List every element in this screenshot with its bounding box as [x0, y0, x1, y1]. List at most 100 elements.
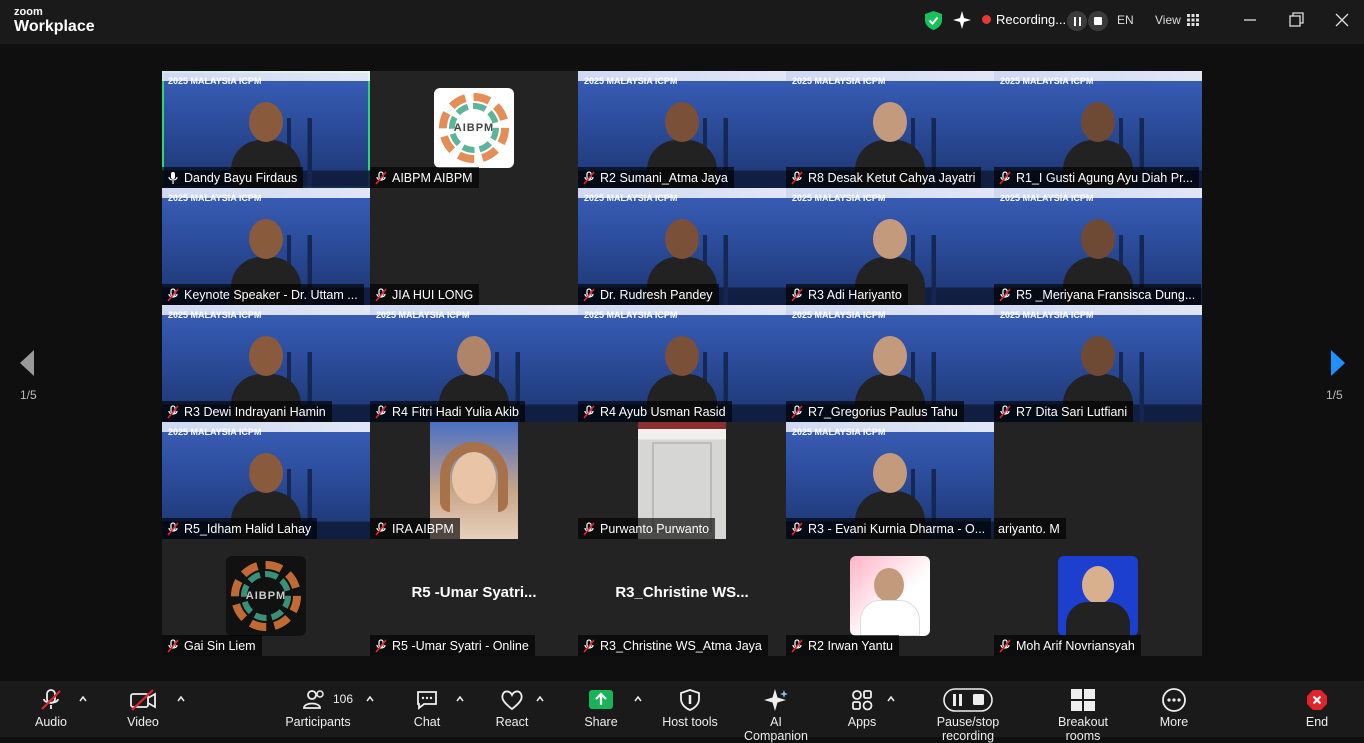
participant-photo	[850, 556, 930, 636]
host-tools-button[interactable]: Host tools	[662, 688, 718, 729]
participants-options-chevron-icon[interactable]	[365, 694, 375, 704]
participant-name-label: JIA HUI LONG	[370, 284, 480, 305]
virtual-background-banner: 2025 MALAYSIA ICPM	[584, 310, 678, 320]
security-shield-icon[interactable]	[925, 11, 942, 30]
share-button[interactable]: Share	[584, 688, 618, 729]
participant-photo	[1058, 556, 1138, 636]
pause-icon	[1073, 16, 1081, 26]
microphone-muted-icon	[375, 287, 387, 302]
participant-name-label: R2 Irwan Yantu	[786, 635, 900, 656]
stop-recording-button[interactable]	[1088, 11, 1108, 31]
ai-companion-button[interactable]: AI Companion	[737, 688, 815, 743]
microphone-muted-icon	[167, 638, 179, 653]
participant-tile[interactable]: 2025 MALAYSIA ICPM Dandy Bayu Firdaus	[162, 71, 370, 188]
virtual-background-banner: 2025 MALAYSIA ICPM	[584, 76, 678, 86]
participant-tile[interactable]: R5 -Umar Syatri... R5 -Umar Syatri - Onli…	[370, 539, 578, 656]
participant-tile[interactable]: Purwanto Purwanto	[578, 422, 786, 539]
participant-tile[interactable]: 2025 MALAYSIA ICPM R3 Adi Hariyanto	[786, 188, 994, 305]
zoom-logo: zoom Workplace	[14, 7, 95, 35]
microphone-muted-icon	[583, 521, 595, 536]
breakout-rooms-button[interactable]: Breakout rooms	[1040, 688, 1126, 743]
pause-stop-recording-label: Pause/stop recording	[936, 715, 1000, 743]
language-button[interactable]: EN	[1117, 13, 1134, 27]
aibpm-logo: AIBPM	[226, 556, 306, 636]
chat-button[interactable]: Chat	[412, 688, 442, 729]
apps-options-chevron-icon[interactable]	[886, 694, 896, 704]
pause-recording-button[interactable]	[1067, 11, 1087, 31]
chat-options-chevron-icon[interactable]	[455, 694, 465, 704]
participant-tile[interactable]: 2025 MALAYSIA ICPM R5 _Meriyana Fransisca…	[994, 188, 1202, 305]
end-meeting-icon	[1307, 690, 1327, 710]
participant-tile[interactable]: IRA AIBPM	[370, 422, 578, 539]
participant-name-label: R5 _Meriyana Fransisca Dung...	[994, 284, 1202, 305]
participant-tile[interactable]: 2025 MALAYSIA ICPM R7_Gregorius Paulus Ta…	[786, 305, 994, 422]
ai-sparkle-icon[interactable]	[953, 11, 971, 29]
participant-tile[interactable]: JIA HUI LONG	[370, 188, 578, 305]
more-label: More	[1159, 715, 1189, 729]
participant-tile[interactable]: 2025 MALAYSIA ICPM R1_I Gusti Agung Ayu D…	[994, 71, 1202, 188]
participant-tile[interactable]: 2025 MALAYSIA ICPM Keynote Speaker - Dr. …	[162, 188, 370, 305]
participant-tile[interactable]: Moh Arif Novriansyah	[994, 539, 1202, 656]
audio-options-chevron-icon[interactable]	[78, 694, 88, 704]
react-button[interactable]: React	[494, 688, 530, 729]
audio-button[interactable]: Audio	[33, 688, 69, 729]
recording-cloud-icon	[982, 15, 991, 24]
brand-bottom: Workplace	[14, 18, 95, 35]
recording-label: Recording...	[996, 12, 1067, 27]
virtual-background-banner: 2025 MALAYSIA ICPM	[168, 193, 262, 203]
virtual-background-banner: 2025 MALAYSIA ICPM	[376, 310, 470, 320]
participant-tile[interactable]: 2025 MALAYSIA ICPM R3 - Evani Kurnia Dhar…	[786, 422, 994, 539]
participant-tile[interactable]: R2 Irwan Yantu	[786, 539, 994, 656]
video-button[interactable]: Video	[125, 688, 161, 729]
video-options-chevron-icon[interactable]	[176, 694, 186, 704]
recording-indicator[interactable]: Recording...	[982, 12, 1066, 27]
participant-tile[interactable]: 2025 MALAYSIA ICPM R4 Fitri Hadi Yulia Ak…	[370, 305, 578, 422]
participant-name-placeholder: R3_Christine WS...	[615, 584, 749, 601]
restore-icon[interactable]	[1286, 10, 1306, 30]
share-label: Share	[584, 715, 618, 729]
next-page-arrow-icon[interactable]	[1328, 348, 1348, 378]
participant-name-label: Dr. Rudresh Pandey	[578, 284, 719, 305]
end-label: End	[1305, 715, 1329, 729]
apps-button[interactable]: Apps	[847, 688, 877, 729]
participant-tile[interactable]: 2025 MALAYSIA ICPM R5_Idham Halid Lahay	[162, 422, 370, 539]
page-indicator-right: 1/5	[1326, 388, 1343, 402]
ai-companion-label: AI Companion	[744, 715, 808, 743]
participant-tile[interactable]: 2025 MALAYSIA ICPM R4 Ayub Usman Rasid	[578, 305, 786, 422]
virtual-background-banner: 2025 MALAYSIA ICPM	[168, 427, 262, 437]
chat-icon	[417, 691, 437, 710]
participant-name-label: R7 Dita Sari Lutfiani	[994, 401, 1134, 422]
participant-tile[interactable]: 2025 MALAYSIA ICPM Dr. Rudresh Pandey	[578, 188, 786, 305]
more-button[interactable]: More	[1158, 688, 1190, 729]
microphone-muted-icon	[375, 170, 387, 185]
participant-tile[interactable]: 2025 MALAYSIA ICPM R8 Desak Ketut Cahya J…	[786, 71, 994, 188]
microphone-muted-icon	[583, 287, 595, 302]
microphone-muted-icon	[791, 170, 803, 185]
virtual-background-banner: 2025 MALAYSIA ICPM	[1000, 193, 1094, 203]
microphone-muted-icon	[167, 287, 179, 302]
participant-tile[interactable]: 2025 MALAYSIA ICPM R2 Sumani_Atma Jaya	[578, 71, 786, 188]
stop-icon	[1094, 17, 1102, 25]
view-button[interactable]: View	[1155, 13, 1199, 27]
page-indicator-left: 1/5	[20, 388, 37, 402]
meeting-toolbar: Audio Video Participants 106 Chat React …	[0, 681, 1364, 743]
participant-name-label: R3_Christine WS_Atma Jaya	[578, 635, 768, 656]
share-options-chevron-icon[interactable]	[633, 694, 643, 704]
participant-tile[interactable]: ariyanto. M	[994, 422, 1202, 539]
pause-stop-recording-button[interactable]: Pause/stop recording	[910, 688, 1026, 743]
participant-tile[interactable]: 2025 MALAYSIA ICPM R7 Dita Sari Lutfiani	[994, 305, 1202, 422]
participant-tile[interactable]: AIBPM AIBPM AIBPM	[370, 71, 578, 188]
participant-name-placeholder: R5 -Umar Syatri...	[411, 584, 537, 601]
close-icon[interactable]	[1332, 10, 1352, 30]
minimize-icon[interactable]	[1240, 10, 1260, 30]
participant-tile[interactable]: R3_Christine WS... R3_Christine WS_Atma J…	[578, 539, 786, 656]
previous-page-arrow-icon[interactable]	[17, 348, 37, 378]
react-options-chevron-icon[interactable]	[535, 694, 545, 704]
participant-name-label: R3 Adi Hariyanto	[786, 284, 908, 305]
participant-name-label: R8 Desak Ketut Cahya Jayatri	[786, 167, 982, 188]
end-meeting-button[interactable]: End	[1302, 688, 1332, 729]
microphone-muted-icon	[999, 170, 1011, 185]
participant-tile[interactable]: 2025 MALAYSIA ICPM R3 Dewi Indrayani Hami…	[162, 305, 370, 422]
virtual-background-banner: 2025 MALAYSIA ICPM	[168, 76, 262, 86]
participant-tile[interactable]: AIBPM Gai Sin Liem	[162, 539, 370, 656]
